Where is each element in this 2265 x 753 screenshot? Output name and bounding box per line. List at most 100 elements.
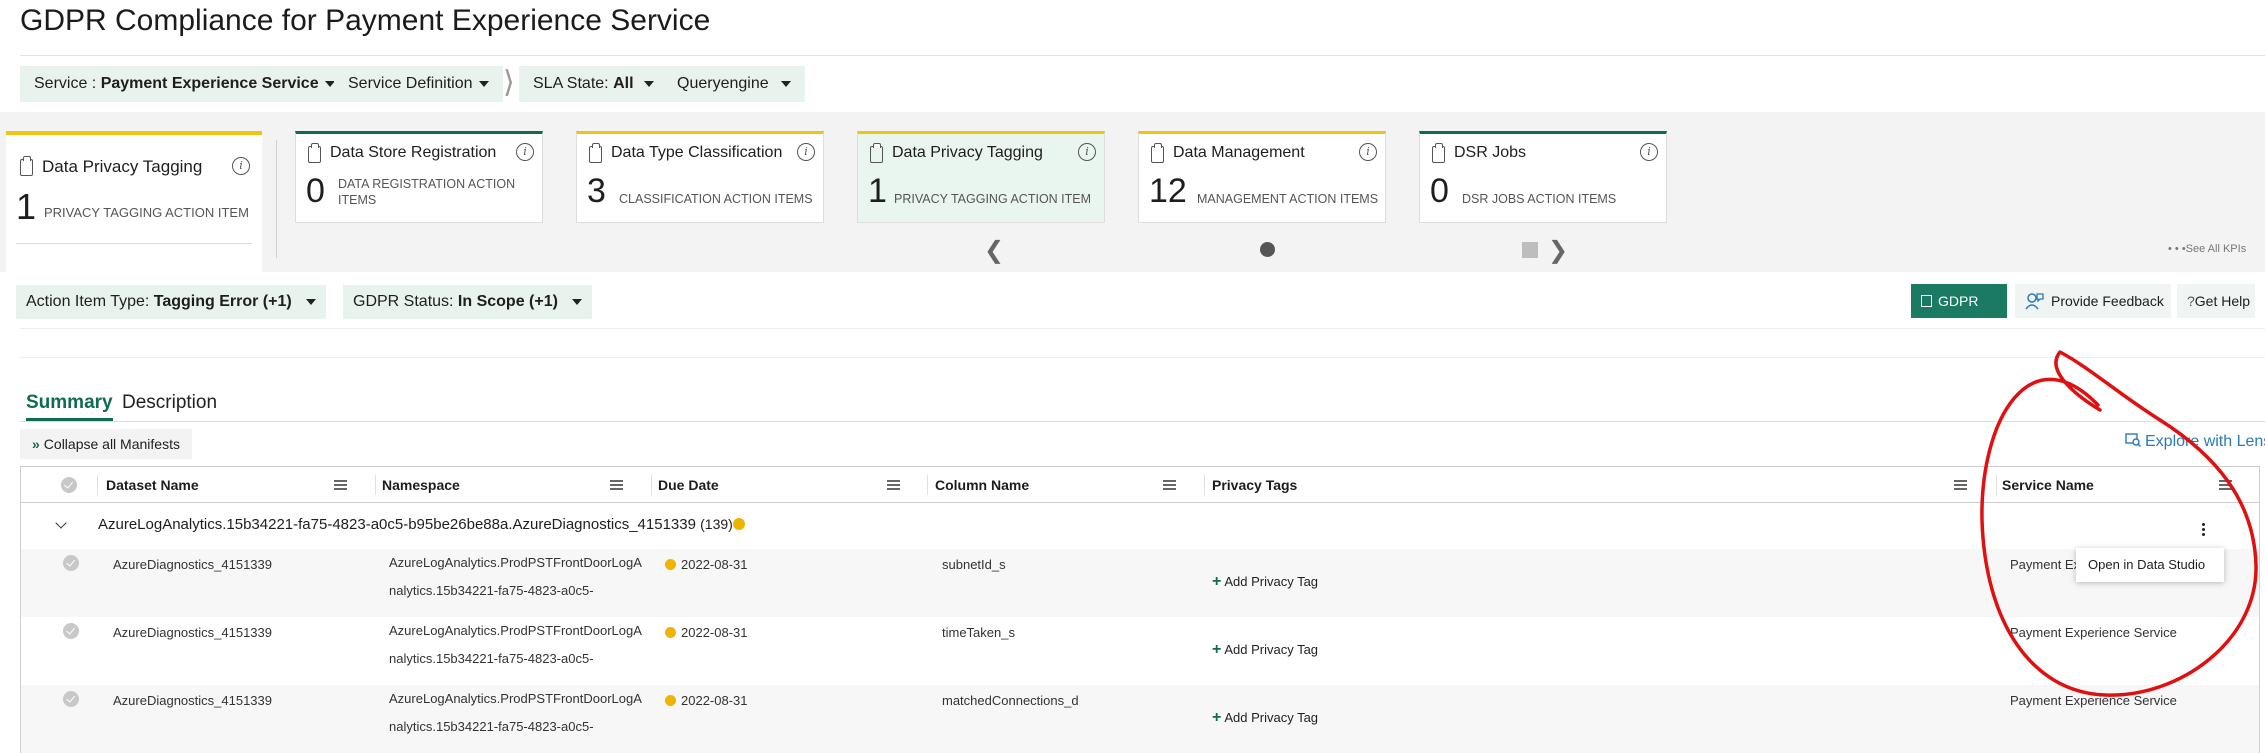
- cell-dataset-name: AzureDiagnostics_4151339: [113, 625, 272, 640]
- info-icon[interactable]: i: [1359, 143, 1377, 161]
- lens-icon: [2125, 433, 2141, 447]
- kpi-count: 3: [587, 172, 606, 210]
- add-privacy-tag-button[interactable]: + Add Privacy Tag: [1212, 641, 1318, 659]
- kpi-active-sub: PRIVACY TAGGING ACTION ITEM: [44, 205, 249, 220]
- warning-icon: [732, 518, 745, 530]
- kpi-card-data-privacy-tagging[interactable]: Data Privacy Tagging i 1 PRIVACY TAGGING…: [857, 131, 1105, 223]
- tab-description[interactable]: Description: [122, 392, 217, 418]
- service-filter[interactable]: Service : Payment Experience Service: [20, 66, 349, 102]
- column-menu-icon[interactable]: [1954, 480, 1967, 490]
- add-privacy-tag-label: Add Privacy Tag: [1224, 642, 1319, 657]
- column-divider: [375, 475, 376, 495]
- table-row[interactable]: AzureDiagnostics_4151339 AzureLogAnalyti…: [21, 685, 2259, 753]
- cell-service-name: Payment Experience Service: [2010, 693, 2177, 708]
- column-menu-icon[interactable]: [610, 480, 623, 490]
- kpi-sub: PRIVACY TAGGING ACTION ITEM: [894, 192, 1092, 206]
- namespace-line-2: nalytics.15b34221-fa75-4823-a0c5-: [389, 583, 594, 598]
- header-service-name[interactable]: Service Name: [2002, 467, 2094, 503]
- collapse-all-manifests-button[interactable]: » Collapse all Manifests: [20, 429, 192, 459]
- see-all-kpis-link[interactable]: • • •See All KPIs: [2168, 243, 2246, 255]
- plus-icon: +: [1212, 641, 1222, 658]
- get-help-button[interactable]: ?Get Help: [2177, 284, 2255, 318]
- info-icon[interactable]: i: [516, 143, 534, 161]
- row-check-icon[interactable]: [63, 623, 79, 639]
- kpi-card-data-type-classification[interactable]: Data Type Classification i 3 CLASSIFICAT…: [576, 131, 824, 223]
- action-item-type-filter[interactable]: Action Item Type: Tagging Error (+1): [16, 285, 326, 319]
- cell-dataset-name: AzureDiagnostics_4151339: [113, 557, 272, 572]
- namespace-line-1: AzureLogAnalytics.ProdPSTFrontDoorLogA: [389, 691, 642, 706]
- kpi-name: Data Privacy Tagging: [892, 144, 1043, 161]
- kpi-card-data-management[interactable]: Data Management i 12 MANAGEMENT ACTION I…: [1138, 131, 1386, 223]
- cell-service-name: Payment Experience Service: [2010, 625, 2177, 640]
- context-menu-open-in-data-studio[interactable]: Open in Data Studio: [2076, 548, 2224, 582]
- column-menu-icon[interactable]: [887, 480, 900, 490]
- header-privacy-tags[interactable]: Privacy Tags: [1212, 467, 1297, 503]
- sla-state-filter[interactable]: SLA State: All: [519, 66, 668, 102]
- gdpr-wiki-button[interactable]: GDPR Wiki: [1911, 284, 2007, 343]
- table-row[interactable]: AzureDiagnostics_4151339 AzureLogAnalyti…: [21, 617, 2259, 685]
- manifest-group-row[interactable]: AzureLogAnalytics.15b34221-fa75-4823-a0c…: [21, 503, 2259, 549]
- select-all-check-icon[interactable]: [61, 477, 77, 493]
- double-chevron-icon: »: [32, 436, 40, 452]
- carousel-square-icon[interactable]: [1522, 242, 1538, 258]
- gdpr-status-filter[interactable]: GDPR Status: In Scope (+1): [343, 285, 592, 319]
- kpi-count: 0: [1430, 172, 1449, 210]
- header-due-date[interactable]: Due Date: [658, 467, 719, 503]
- chevron-down-icon[interactable]: [55, 517, 67, 529]
- tab-summary[interactable]: Summary: [26, 392, 113, 421]
- get-help-label: Get Help: [2194, 293, 2251, 309]
- queryengine-dropdown[interactable]: Queryengine: [663, 66, 805, 102]
- warning-icon: [665, 559, 676, 570]
- provide-feedback-label: Provide Feedback: [2051, 293, 2164, 309]
- header-column-name[interactable]: Column Name: [935, 467, 1029, 503]
- service-filter-value: Payment Experience Service: [100, 75, 319, 92]
- table-row[interactable]: AzureDiagnostics_4151339 AzureLogAnalyti…: [21, 549, 2259, 617]
- add-privacy-tag-button[interactable]: + Add Privacy Tag: [1212, 573, 1318, 591]
- clipboard-icon: [589, 143, 602, 163]
- chevron-down-icon: [478, 80, 489, 87]
- kpi-card-dsr-jobs[interactable]: DSR Jobs i 0 DSR JOBS ACTION ITEMS: [1419, 131, 1667, 223]
- info-icon[interactable]: i: [1078, 143, 1096, 161]
- more-options-icon[interactable]: [2202, 523, 2206, 537]
- chevron-down-icon: [643, 80, 654, 87]
- column-menu-icon[interactable]: [1163, 480, 1176, 490]
- grid-header: Dataset Name Namespace Due Date Column N…: [21, 467, 2259, 503]
- gdpr-status-prefix: GDPR Status:: [353, 293, 458, 310]
- book-icon: [1921, 295, 1932, 307]
- kpi-name: DSR Jobs: [1454, 144, 1527, 161]
- column-menu-icon[interactable]: [334, 480, 347, 490]
- page-title: GDPR Compliance for Payment Experience S…: [20, 4, 711, 37]
- info-icon[interactable]: i: [797, 143, 815, 161]
- row-check-icon[interactable]: [63, 691, 79, 707]
- chevron-down-icon: [305, 298, 316, 305]
- provide-feedback-button[interactable]: Provide Feedback: [2015, 284, 2171, 318]
- header-dataset-name[interactable]: Dataset Name: [106, 467, 199, 503]
- info-icon[interactable]: i: [232, 157, 250, 175]
- add-privacy-tag-button[interactable]: + Add Privacy Tag: [1212, 709, 1318, 727]
- section-separator: [20, 328, 2265, 358]
- due-date-value: 2022-08-31: [681, 693, 748, 708]
- column-menu-icon[interactable]: [2219, 480, 2232, 490]
- kpi-divider: [276, 140, 277, 258]
- row-check-icon[interactable]: [63, 555, 79, 571]
- plus-icon: +: [1212, 573, 1222, 590]
- clipboard-icon: [308, 143, 321, 163]
- carousel-next-icon[interactable]: ❯: [1548, 236, 1568, 265]
- namespace-line-1: AzureLogAnalytics.ProdPSTFrontDoorLogA: [389, 555, 642, 570]
- cell-namespace: AzureLogAnalytics.ProdPSTFrontDoorLogA na…: [389, 617, 642, 673]
- kpi-card-data-store-registration[interactable]: Data Store Registration i 0 DATA REGISTR…: [295, 131, 543, 223]
- carousel-prev-icon[interactable]: ❮: [984, 236, 1004, 265]
- info-icon[interactable]: i: [1640, 143, 1658, 161]
- add-privacy-tag-label: Add Privacy Tag: [1224, 710, 1319, 725]
- warning-icon: [665, 627, 676, 638]
- carousel-dot-icon[interactable]: [1260, 242, 1275, 257]
- sla-state-value: All: [613, 75, 634, 92]
- kpi-active-card[interactable]: Data Privacy Tagging i 1 PRIVACY TAGGING…: [6, 131, 262, 273]
- kpi-name: Data Store Registration: [330, 144, 497, 161]
- explore-with-lens-link[interactable]: Explore with Lens: [2125, 433, 2265, 451]
- header-namespace[interactable]: Namespace: [382, 467, 460, 503]
- service-definition-dropdown[interactable]: Service Definition: [334, 66, 503, 102]
- due-date-value: 2022-08-31: [681, 625, 748, 640]
- column-divider: [651, 475, 652, 495]
- service-filter-prefix: Service :: [34, 75, 101, 92]
